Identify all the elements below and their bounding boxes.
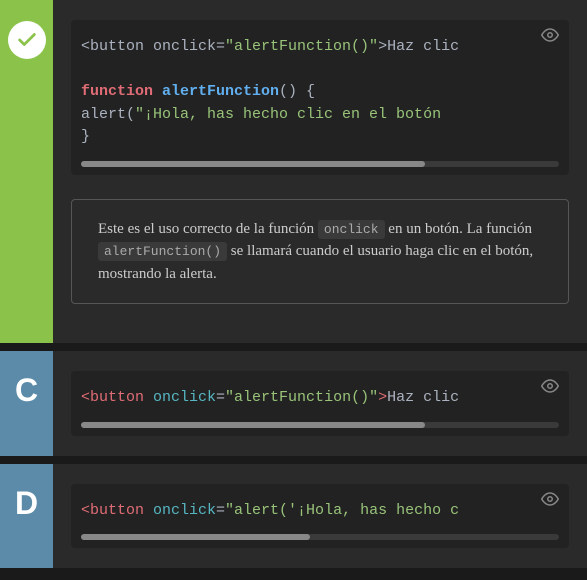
scrollbar[interactable] (81, 422, 559, 428)
explanation-text: Este es el uso correcto de la función (98, 221, 318, 237)
code-line: <button onclick="alertFunction()">Haz cl… (81, 387, 559, 410)
code-text: >Haz clic (378, 38, 459, 55)
explanation-text: en un botón. La función (385, 221, 532, 237)
code-string: "alertFunction()" (225, 38, 378, 55)
code-block-c: <button onclick="alertFunction()">Haz cl… (71, 371, 569, 436)
code-block-correct: <button onclick="alertFunction()">Haz cl… (71, 20, 569, 175)
code-text: > (378, 389, 387, 406)
code-attr: onclick (144, 502, 216, 519)
inline-code: onclick (318, 220, 385, 239)
scrollbar-thumb[interactable] (81, 534, 310, 540)
code-line: } (81, 126, 559, 149)
eye-icon[interactable] (541, 492, 559, 506)
option-c-content: <button onclick="alertFunction()">Haz cl… (53, 351, 587, 456)
badge-correct (0, 0, 53, 343)
code-tag: <button (81, 389, 144, 406)
scrollbar[interactable] (81, 161, 559, 167)
code-line-blank (81, 59, 559, 82)
code-text: = (216, 389, 225, 406)
code-line: alert("¡Hola, has hecho clic en el botón (81, 104, 559, 127)
badge-c: C (0, 351, 53, 456)
code-punct: () { (279, 83, 315, 100)
explanation-box: Este es el uso correcto de la función on… (71, 199, 569, 305)
eye-icon[interactable] (541, 379, 559, 393)
code-text: = (216, 502, 225, 519)
code-text: Haz clic (387, 389, 459, 406)
code-block-d: <button onclick="alert('¡Hola, has hecho… (71, 484, 569, 549)
option-c[interactable]: C <button onclick="alertFunction()">Haz … (0, 351, 587, 456)
code-text: <button onclick= (81, 38, 225, 55)
code-string: "¡Hola, has hecho clic en el botón (135, 106, 441, 123)
inline-code: alertFunction() (98, 242, 227, 261)
code-string: "alert('¡Hola, has hecho c (225, 502, 459, 519)
code-string: "alertFunction()" (225, 389, 378, 406)
code-keyword: function (81, 83, 153, 100)
eye-icon[interactable] (541, 28, 559, 42)
code-line: <button onclick="alertFunction()">Haz cl… (81, 36, 559, 59)
code-line: function alertFunction() { (81, 81, 559, 104)
code-text: alert( (81, 106, 135, 123)
option-d[interactable]: D <button onclick="alert('¡Hola, has hec… (0, 464, 587, 569)
option-letter: C (15, 372, 38, 409)
badge-d: D (0, 464, 53, 569)
code-punct: } (81, 128, 90, 145)
option-correct-content: <button onclick="alertFunction()">Haz cl… (53, 0, 587, 343)
code-tag: <button (81, 502, 144, 519)
option-letter: D (15, 485, 38, 522)
option-correct: <button onclick="alertFunction()">Haz cl… (0, 0, 587, 343)
code-funcname: alertFunction (153, 83, 279, 100)
check-icon (8, 21, 46, 59)
option-d-content: <button onclick="alert('¡Hola, has hecho… (53, 464, 587, 569)
code-line: <button onclick="alert('¡Hola, has hecho… (81, 500, 559, 523)
scrollbar[interactable] (81, 534, 559, 540)
scrollbar-thumb[interactable] (81, 161, 425, 167)
code-attr: onclick (144, 389, 216, 406)
scrollbar-thumb[interactable] (81, 422, 425, 428)
